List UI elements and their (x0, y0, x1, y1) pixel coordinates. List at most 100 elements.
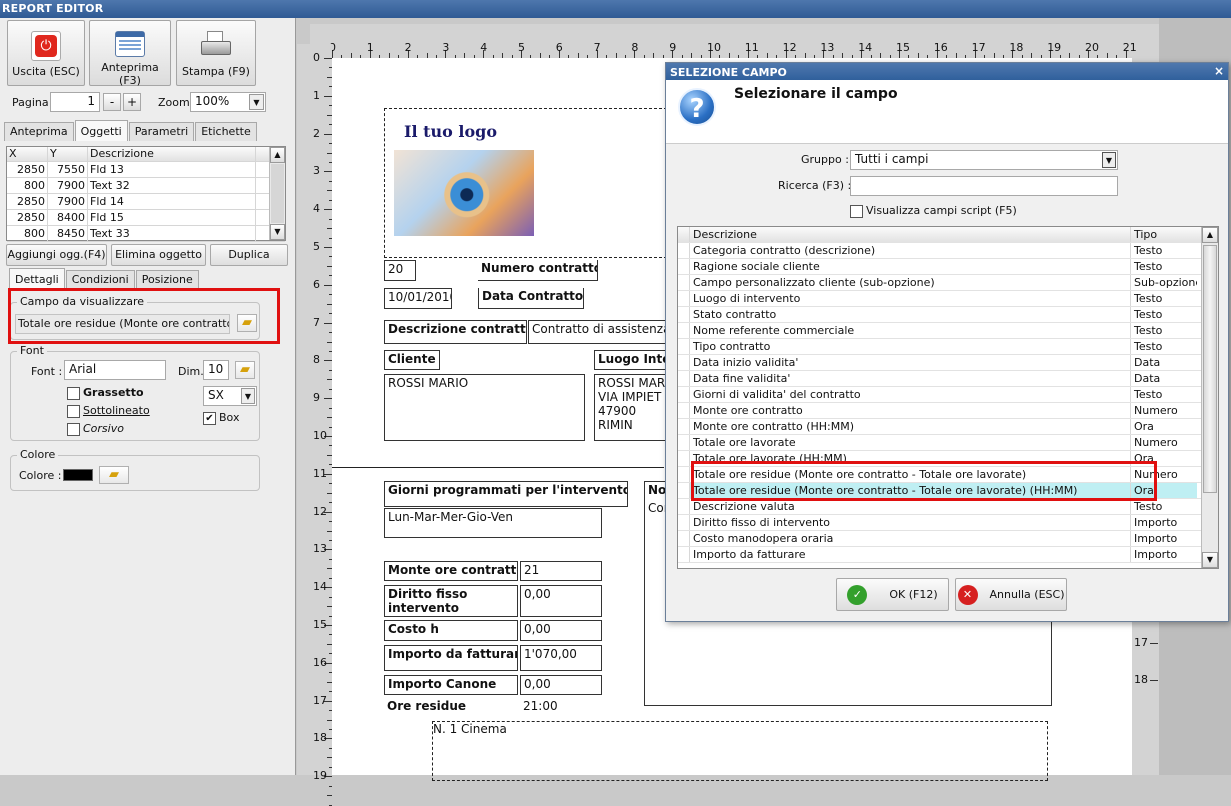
scroll-up-icon[interactable]: ▲ (1202, 227, 1218, 243)
tab-posizione[interactable]: Posizione (135, 270, 199, 289)
page-prev-button[interactable]: - (103, 93, 121, 111)
hourly-cost-label[interactable]: Costo h (384, 620, 518, 641)
remaining-hours-value[interactable]: 21:00 (520, 698, 602, 716)
exit-button[interactable]: ⏻ Uscita (ESC) (7, 20, 85, 86)
script-check[interactable] (850, 204, 863, 218)
footer-band[interactable] (432, 721, 1048, 781)
ruler-label: 6 (555, 41, 563, 54)
invoice-amount-label[interactable]: Importo da fatturare (384, 645, 518, 671)
field-type: Testo (1134, 500, 1163, 513)
search-input[interactable] (850, 176, 1118, 196)
field-row[interactable]: Tipo contratto Testo (678, 339, 1218, 355)
underline-check[interactable] (67, 404, 80, 418)
logo-text: Il tuo logo (404, 122, 498, 141)
table-row[interactable]: 2850 8400 Fld 15 (7, 210, 285, 226)
cancel-button[interactable]: ✕ Annulla (ESC) (955, 578, 1067, 611)
script-checkbox[interactable]: Visualizza campi script (F5) (850, 204, 1017, 218)
bold-check[interactable] (67, 386, 80, 400)
days-value[interactable]: Lun-Mar-Mer-Gio-Ven (384, 508, 602, 538)
color-swatch[interactable] (63, 469, 93, 481)
color-group-legend: Colore (17, 448, 59, 461)
ruler-label: 12 (782, 41, 797, 54)
field-row[interactable]: Totale ore lavorate Numero (678, 435, 1218, 451)
field-row[interactable]: Monte ore contratto Numero (678, 403, 1218, 419)
page-input[interactable]: 1 (50, 92, 100, 112)
field-row[interactable]: Diritto fisso di intervento Importo (678, 515, 1218, 531)
client-label[interactable]: Cliente (384, 350, 440, 370)
font-input[interactable]: Arial (64, 360, 166, 380)
description-value[interactable]: Contratto di assistenza (528, 320, 668, 344)
remaining-hours-label[interactable]: Ore residue (384, 698, 518, 716)
scroll-down-icon[interactable]: ▼ (270, 224, 285, 240)
field-row[interactable]: Campo personalizzato cliente (sub-opzion… (678, 275, 1218, 291)
ok-button[interactable]: ✓ OK (F12) (836, 578, 949, 611)
scroll-down-icon[interactable]: ▼ (1202, 552, 1218, 568)
contract-date[interactable]: 10/01/2010 (384, 288, 452, 309)
contract-number-label[interactable]: Numero contratto (478, 260, 598, 281)
fixed-fee-label[interactable]: Diritto fisso intervento (384, 585, 518, 617)
field-description: Data inizio validita' (690, 355, 1131, 370)
field-row[interactable]: Ragione sociale cliente Testo (678, 259, 1218, 275)
field-row[interactable]: Monte ore contratto (HH:MM) Ora (678, 419, 1218, 435)
fee-label[interactable]: Importo Canone (384, 675, 518, 695)
table-row[interactable]: 2850 7900 Fld 14 (7, 194, 285, 210)
contract-number[interactable]: 20 (384, 260, 416, 281)
zoom-select[interactable]: 100% ▼ (190, 92, 266, 112)
table-cell: 800 (7, 178, 48, 193)
close-icon[interactable]: × (1214, 65, 1224, 77)
tab-dettagli[interactable]: Dettagli (9, 268, 65, 289)
invoice-amount-value[interactable]: 1'070,00 (520, 645, 602, 671)
page-next-button[interactable]: + (123, 93, 141, 111)
field-row[interactable]: Importo da fatturare Importo (678, 547, 1218, 563)
add-object-button[interactable]: Aggiungi ogg.(F4) (6, 244, 107, 266)
tab-condizioni[interactable]: Condizioni (65, 270, 135, 289)
dim-input[interactable]: 10 (203, 360, 229, 380)
ruler-label: 10 (313, 429, 327, 442)
print-button[interactable]: Stampa (F9) (176, 20, 256, 86)
tab-parametri[interactable]: Parametri (128, 122, 195, 141)
hours-label[interactable]: Monte ore contratto (384, 561, 518, 581)
field-row[interactable]: Costo manodopera oraria Importo (678, 531, 1218, 547)
italic-checkbox[interactable]: Corsivo (67, 422, 124, 436)
bold-checkbox[interactable]: Grassetto (67, 386, 144, 400)
scroll-up-icon[interactable]: ▲ (270, 147, 285, 163)
field-row[interactable]: Giorni di validita' del contratto Testo (678, 387, 1218, 403)
field-row[interactable]: Descrizione valuta Testo (678, 499, 1218, 515)
group-select[interactable]: Tutti i campi ▼ (850, 150, 1118, 170)
objects-scrollbar[interactable]: ▲ ▼ (269, 147, 285, 240)
scroll-thumb[interactable] (1203, 245, 1217, 493)
client-value[interactable]: ROSSI MARIO (384, 374, 585, 441)
field-row[interactable]: Luogo di intervento Testo (678, 291, 1218, 307)
field-row[interactable]: Categoria contratto (descrizione) Testo (678, 243, 1218, 259)
table-row[interactable]: 2850 7550 Fld 13 (7, 162, 285, 178)
fields-scrollbar[interactable]: ▲ ▼ (1201, 227, 1218, 568)
description-label[interactable]: Descrizione contratto (384, 320, 527, 344)
duplicate-button[interactable]: Duplica (210, 244, 288, 266)
align-select[interactable]: SX ▼ (203, 386, 257, 406)
tab-anteprima[interactable]: Anteprima (4, 122, 74, 141)
hourly-cost-value[interactable]: 0,00 (520, 620, 602, 641)
tab-etichette[interactable]: Etichette (195, 122, 257, 141)
underline-checkbox[interactable]: Sottolineato (67, 404, 150, 418)
font-folder-icon[interactable]: ▰ (235, 361, 255, 379)
delete-object-button[interactable]: Elimina oggetto (111, 244, 206, 266)
box-checkbox[interactable]: ✔ Box (203, 411, 239, 425)
hours-value[interactable]: 21 (520, 561, 602, 581)
contract-date-label[interactable]: Data Contratto (478, 288, 584, 309)
field-row[interactable]: Stato contratto Testo (678, 307, 1218, 323)
tab-oggetti[interactable]: Oggetti (74, 120, 128, 141)
table-row[interactable]: 800 8450 Text 33 (7, 226, 285, 242)
table-row[interactable]: 800 7900 Text 32 (7, 178, 285, 194)
italic-check[interactable] (67, 422, 80, 436)
fixed-fee-value[interactable]: 0,00 (520, 585, 602, 617)
preview-button[interactable]: Anteprima (F3) (89, 20, 171, 87)
place-value[interactable]: ROSSI MAR VIA IMPIET 47900 RIMIN (594, 374, 674, 441)
field-row[interactable]: Nome referente commerciale Testo (678, 323, 1218, 339)
days-label[interactable]: Giorni programmati per l'intervento (384, 481, 628, 507)
fee-value[interactable]: 0,00 (520, 675, 602, 695)
place-label[interactable]: Luogo Inte (594, 350, 674, 370)
box-check-icon[interactable]: ✔ (203, 411, 216, 425)
color-folder-icon[interactable]: ▰ (99, 466, 129, 484)
field-row[interactable]: Data fine validita' Data (678, 371, 1218, 387)
field-row[interactable]: Data inizio validita' Data (678, 355, 1218, 371)
